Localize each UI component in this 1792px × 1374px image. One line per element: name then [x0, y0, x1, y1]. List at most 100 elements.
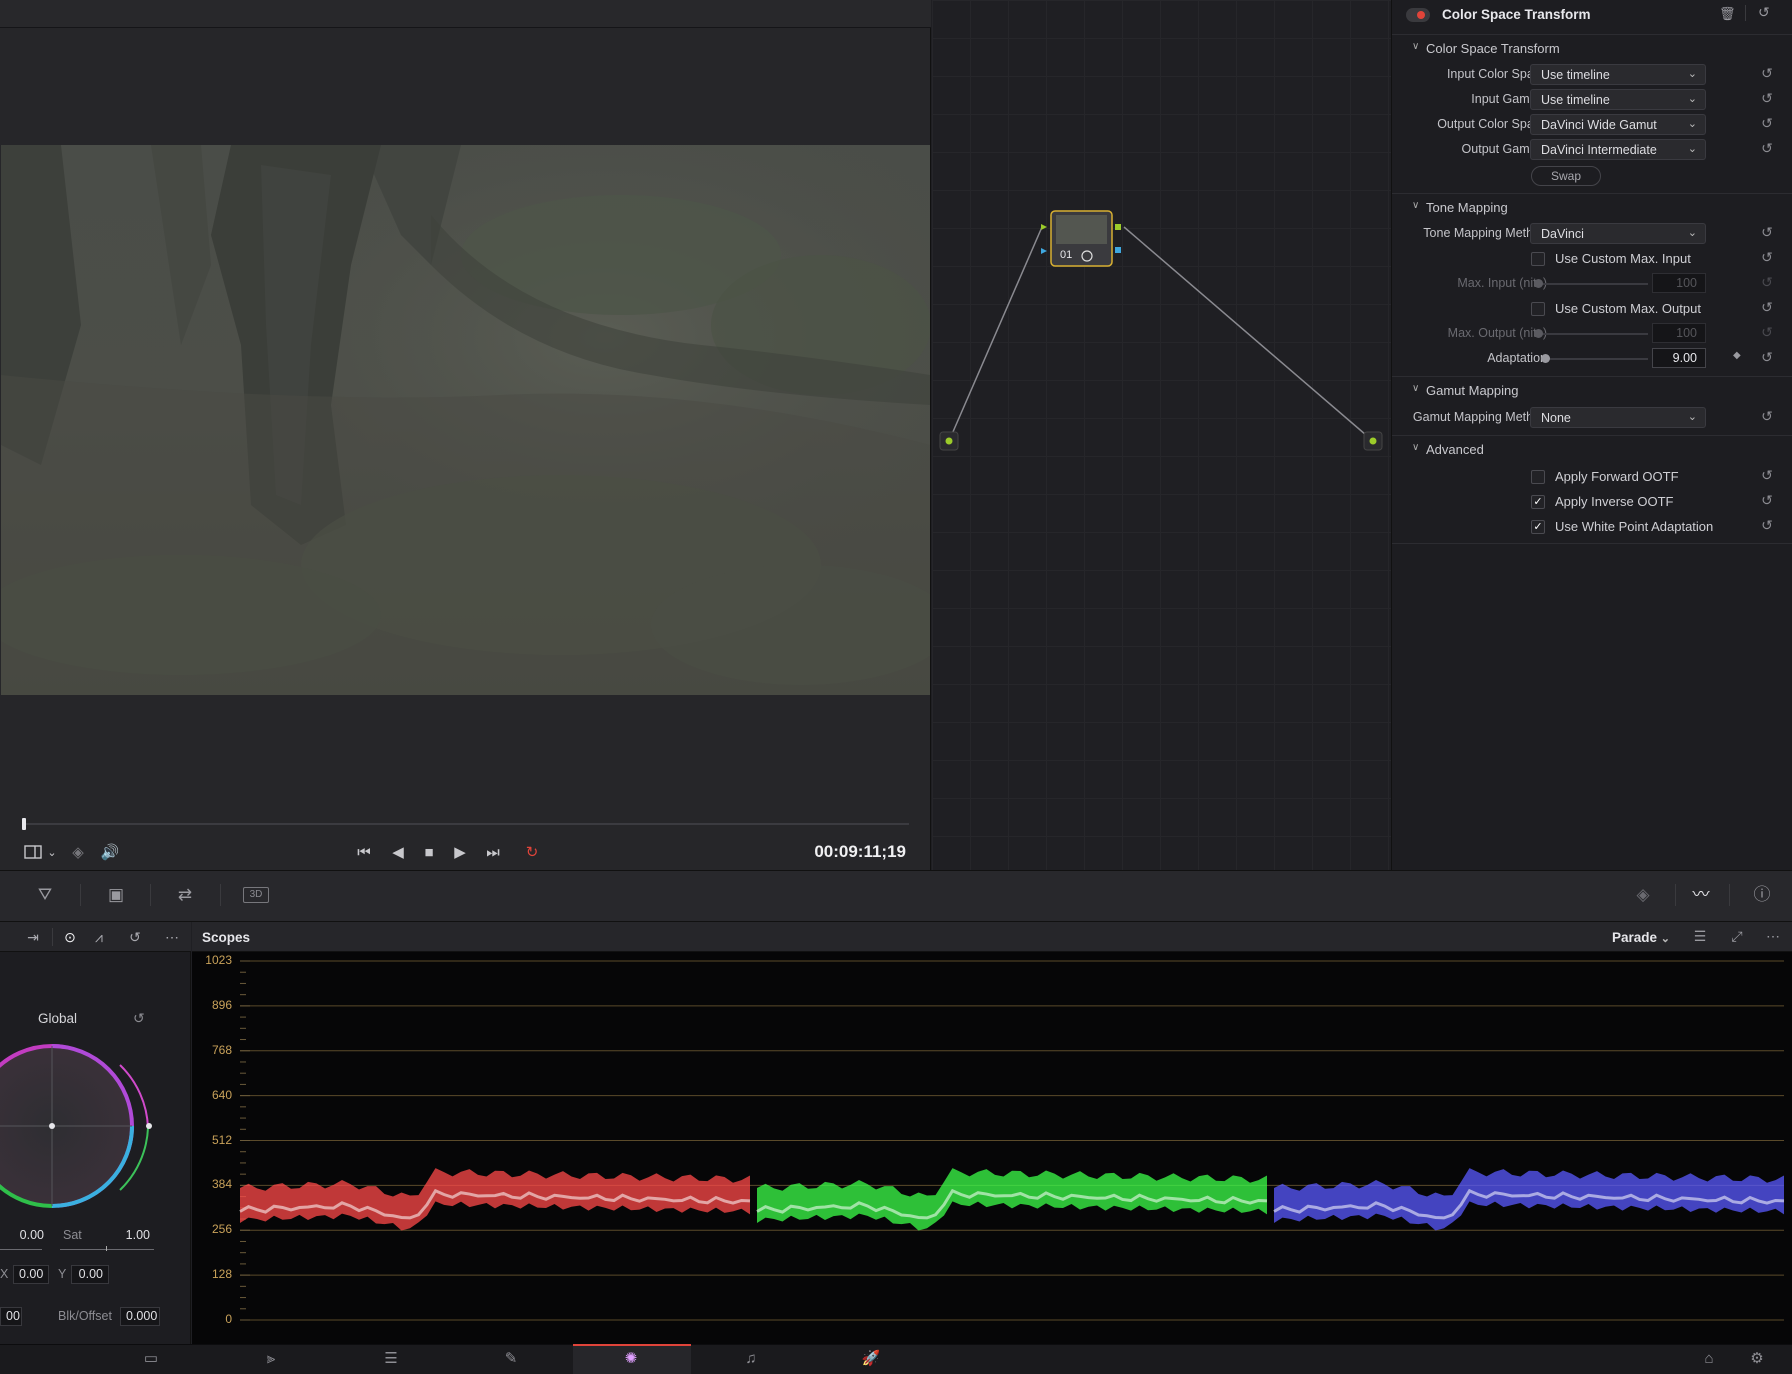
max-output-slider-knob[interactable] [1534, 329, 1543, 338]
max-output-slider-track[interactable] [1538, 333, 1648, 335]
scope-mode-dropdown[interactable]: Parade ⌄ [1612, 930, 1670, 945]
reset-icon[interactable]: ↺ [1758, 224, 1776, 242]
playhead[interactable] [22, 818, 26, 830]
edit-page-icon[interactable]: ☰ [376, 1348, 406, 1370]
cut-page-icon[interactable]: ⫸ [256, 1348, 286, 1370]
layers-icon[interactable]: ◈ [68, 843, 88, 861]
chevron-down-icon[interactable]: ⌄ [46, 845, 58, 859]
lum-field[interactable]: 00 [0, 1307, 22, 1326]
section-gamut-mapping[interactable]: ∨ Gamut Mapping [1392, 376, 1792, 402]
reset-icon[interactable]: ↺ [1758, 492, 1776, 510]
node-key-output[interactable] [1115, 247, 1121, 253]
color-page-icon[interactable]: ✺ [616, 1348, 646, 1370]
expand-icon[interactable]: ⤢ [1726, 925, 1748, 947]
viewer-image[interactable] [1, 145, 930, 695]
apply-forward-ootf-checkbox[interactable] [1531, 470, 1545, 484]
reset-icon[interactable]: ↺ [1758, 140, 1776, 158]
section-color-space-transform[interactable]: ∨ Color Space Transform [1392, 34, 1792, 60]
x-label: X [0, 1267, 9, 1281]
max-output-field[interactable]: 100 [1652, 323, 1706, 343]
y-field[interactable]: 0.00 [71, 1265, 109, 1284]
use-white-point-adaptation-checkbox[interactable]: ✓ [1531, 520, 1545, 534]
home-icon[interactable]: ⌂ [1694, 1348, 1724, 1370]
output-gamma-dropdown[interactable]: DaVinci Intermediate ⌄ [1530, 139, 1706, 160]
fusion-page-icon[interactable]: ✎ [496, 1348, 526, 1370]
keyframes-icon[interactable]: ◈ [1628, 880, 1658, 910]
node-rgb-output[interactable] [1115, 224, 1121, 230]
use-custom-max-output-checkbox[interactable] [1531, 302, 1545, 316]
3d-button[interactable]: 3D [243, 887, 269, 903]
stop-icon[interactable]: ■ [419, 843, 439, 861]
wheel-master-handle[interactable] [146, 1123, 152, 1129]
max-input-slider-track[interactable] [1538, 283, 1648, 285]
wheels-tab-icon[interactable]: ⊙ [59, 926, 81, 948]
reset-icon[interactable]: ↺ [1758, 467, 1776, 485]
node-rgb-input[interactable] [1041, 224, 1047, 230]
skip-to-end-icon[interactable]: ⏭ [482, 843, 504, 861]
sat-value[interactable]: 1.00 [100, 1228, 150, 1242]
curves-tab-icon[interactable]: ⩘ [88, 926, 110, 948]
speaker-icon[interactable]: 🔊 [100, 843, 120, 861]
adaptation-slider-knob[interactable] [1541, 354, 1550, 363]
reset-icon[interactable]: ↺ [133, 1010, 145, 1027]
max-input-field[interactable]: 100 [1652, 273, 1706, 293]
reset-icon[interactable]: ↺ [1758, 65, 1776, 83]
forest-frame [1, 145, 930, 695]
reset-icon[interactable]: ↺ [1758, 115, 1776, 133]
input-gamma-dropdown[interactable]: Use timeline ⌄ [1530, 89, 1706, 110]
input-color-space-dropdown[interactable]: Use timeline ⌄ [1530, 64, 1706, 85]
reset-icon[interactable]: ↺ [1758, 517, 1776, 535]
media-page-icon[interactable]: ▭ [136, 1348, 166, 1370]
reset-icon[interactable]: ↺ [1758, 299, 1776, 317]
play-icon[interactable]: ▶ [450, 843, 470, 861]
node-01[interactable] [1041, 210, 1121, 267]
reset-icon[interactable]: ↺ [1758, 349, 1776, 367]
use-custom-max-input-checkbox[interactable] [1531, 252, 1545, 266]
hue-value[interactable]: 0.00 [0, 1228, 44, 1248]
swap-button[interactable]: Swap [1531, 166, 1601, 186]
reset-all-icon[interactable]: ↺ [1758, 4, 1770, 21]
transform-icon[interactable]: ⇄ [170, 880, 200, 910]
reset-icon[interactable]: ↺ [1758, 90, 1776, 108]
gamut-mapping-method-dropdown[interactable]: None ⌄ [1530, 407, 1706, 428]
loop-icon[interactable]: ↻ [520, 843, 544, 861]
apply-inverse-ootf-checkbox[interactable]: ✓ [1531, 495, 1545, 509]
scopes-toggle-icon[interactable]: 〰 [1686, 880, 1716, 910]
skip-to-start-icon[interactable]: ⏮ [353, 843, 375, 861]
reset-icon[interactable]: ↺ [1758, 324, 1776, 342]
wheel-center-handle[interactable] [49, 1123, 55, 1129]
viewer-mode-icon[interactable] [22, 843, 44, 861]
deliver-page-icon[interactable]: 🚀 [856, 1348, 886, 1370]
effect-enable-toggle[interactable] [1406, 8, 1430, 22]
color-wheels-palette-icon[interactable]: ⛛ [30, 880, 60, 910]
adaptation-field[interactable]: 9.00 [1652, 348, 1706, 368]
trash-icon[interactable]: 🗑 [1719, 6, 1736, 22]
adaptation-slider-track[interactable] [1544, 358, 1648, 360]
output-color-space-dropdown[interactable]: DaVinci Wide Gamut ⌄ [1530, 114, 1706, 135]
section-tone-mapping[interactable]: ∨ Tone Mapping [1392, 193, 1792, 219]
x-field[interactable]: 0.00 [13, 1265, 49, 1284]
adaptation-label: Adaptation [1487, 351, 1547, 365]
blk-offset-field[interactable]: 0.000 [120, 1307, 160, 1326]
more-options-icon[interactable]: ⋯ [1762, 925, 1784, 947]
scope-settings-icon[interactable]: ☰ [1689, 925, 1711, 947]
info-icon[interactable]: ⓘ [1747, 880, 1777, 910]
fairlight-page-icon[interactable]: ♫ [736, 1348, 766, 1370]
camera-raw-icon[interactable]: ▣ [101, 880, 131, 910]
reverse-play-icon[interactable]: ◀ [388, 843, 408, 861]
more-options-icon[interactable]: ⋯ [161, 926, 183, 948]
history-tab-icon[interactable]: ↺ [124, 926, 146, 948]
timeline-scrubber[interactable] [23, 823, 909, 825]
reset-icon[interactable]: ↺ [1758, 408, 1776, 426]
reset-icon[interactable]: ↺ [1758, 249, 1776, 267]
max-input-slider-knob[interactable] [1534, 279, 1543, 288]
tone-mapping-method-dropdown[interactable]: DaVinci ⌄ [1530, 223, 1706, 244]
panel-toggle-icon[interactable]: ⇥ [22, 926, 44, 948]
reset-icon[interactable]: ↺ [1758, 274, 1776, 292]
keyframe-diamond-icon[interactable]: ◆ [1733, 350, 1741, 361]
color-wheel[interactable] [0, 1030, 160, 1230]
node-key-input[interactable] [1041, 248, 1047, 254]
dropdown-value: None [1541, 411, 1571, 425]
section-advanced[interactable]: ∨ Advanced [1392, 435, 1792, 461]
gear-icon[interactable]: ⚙ [1742, 1348, 1772, 1370]
